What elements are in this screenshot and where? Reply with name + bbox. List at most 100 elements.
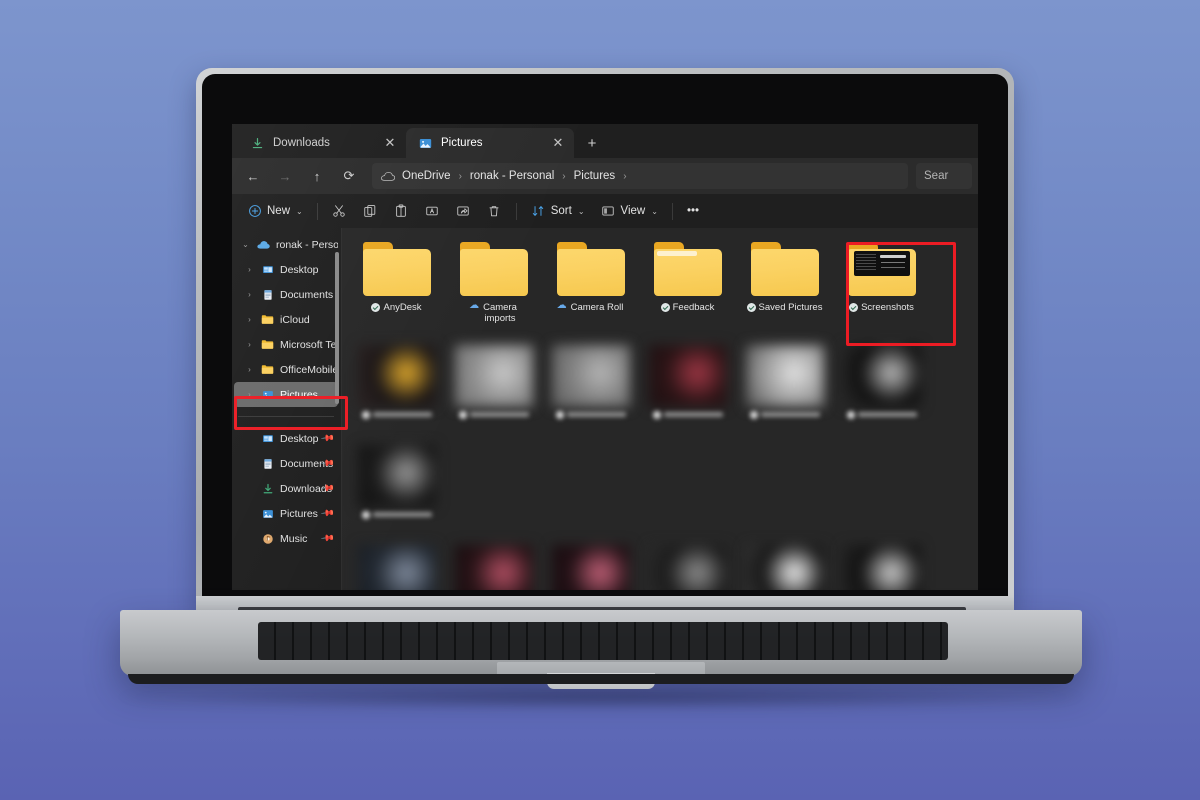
photo-item[interactable] bbox=[542, 541, 639, 590]
photo-name bbox=[469, 412, 529, 417]
photo-item[interactable] bbox=[445, 541, 542, 590]
photo-item[interactable] bbox=[445, 341, 542, 441]
sidebar-item-pinned-downloads[interactable]: Downloads 📌 bbox=[234, 476, 338, 501]
pin-icon[interactable]: 📌 bbox=[320, 506, 335, 522]
tab-pictures[interactable]: Pictures ✕ bbox=[406, 128, 574, 158]
sidebar-item-officemobile[interactable]: › OfficeMobile bbox=[234, 357, 338, 382]
folder-item[interactable]: Camera Roll bbox=[542, 236, 639, 341]
sidebar-item-pinned-music[interactable]: Music 📌 bbox=[234, 526, 338, 551]
folder-name: Camera imports bbox=[483, 302, 517, 324]
chevron-right-icon[interactable]: › bbox=[244, 315, 255, 324]
navigation-pane: ⌄ ronak - Personal › Desktop bbox=[232, 228, 342, 590]
sidebar-item-pinned-desktop[interactable]: Desktop 📌 bbox=[234, 426, 338, 451]
pin-icon[interactable]: 📌 bbox=[320, 531, 335, 547]
sidebar-item-icloud[interactable]: › iCloud bbox=[234, 307, 338, 332]
sidebar-item-pictures[interactable]: › Pictures bbox=[234, 382, 338, 407]
paste-button[interactable] bbox=[387, 198, 416, 224]
sync-status-icon bbox=[846, 410, 855, 419]
pin-icon[interactable]: 📌 bbox=[320, 431, 335, 447]
sync-status-icon bbox=[361, 510, 370, 519]
chevron-right-icon[interactable]: › bbox=[244, 290, 255, 299]
breadcrumb-item-pictures[interactable]: Pictures bbox=[570, 168, 620, 184]
sidebar-divider bbox=[238, 416, 334, 417]
sidebar-item-label: Pictures bbox=[280, 507, 318, 520]
rename-button[interactable] bbox=[418, 198, 447, 224]
command-toolbar: New ⌄ Sort ⌄ View ⌄ ••• bbox=[232, 194, 978, 228]
photo-item[interactable] bbox=[833, 341, 930, 441]
photo-caption bbox=[555, 410, 626, 419]
sidebar-item-documents[interactable]: › Documents bbox=[234, 282, 338, 307]
photo-thumbnail bbox=[454, 545, 533, 590]
sync-status-icon bbox=[849, 303, 859, 312]
sidebar-item-ronak-personal[interactable]: ⌄ ronak - Personal bbox=[234, 232, 338, 257]
tab-downloads[interactable]: Downloads ✕ bbox=[238, 128, 406, 158]
breadcrumb[interactable]: OneDrive › ronak - Personal › Pictures › bbox=[372, 163, 908, 189]
chevron-right-icon[interactable]: › bbox=[244, 340, 255, 349]
sync-status-icon bbox=[749, 410, 758, 419]
photo-item[interactable] bbox=[348, 541, 445, 590]
folder-grid: AnyDesk Camera imports bbox=[348, 236, 978, 341]
cut-button[interactable] bbox=[325, 198, 354, 224]
sidebar-item-desktop[interactable]: › Desktop bbox=[234, 257, 338, 282]
forward-button[interactable]: → bbox=[270, 163, 300, 189]
breadcrumb-item-onedrive[interactable]: OneDrive bbox=[398, 168, 455, 184]
sidebar-item-pinned-pictures[interactable]: Pictures 📌 bbox=[234, 501, 338, 526]
sidebar-item-microsoft-tear[interactable]: › Microsoft Tear bbox=[234, 332, 338, 357]
photo-caption bbox=[749, 410, 820, 419]
laptop-screen: Downloads ✕ Pictures ✕ + ← → ↑ ⟳ OneDriv… bbox=[232, 124, 978, 590]
close-icon[interactable]: ✕ bbox=[548, 133, 568, 153]
pictures-icon bbox=[260, 506, 275, 521]
folder-caption: AnyDesk bbox=[371, 302, 422, 313]
folder-item-screenshots[interactable]: Screenshots bbox=[833, 236, 930, 341]
laptop-keyboard bbox=[258, 622, 948, 660]
photo-name bbox=[663, 412, 723, 417]
delete-button[interactable] bbox=[480, 198, 509, 224]
photo-item[interactable] bbox=[736, 341, 833, 441]
folder-item[interactable]: Feedback bbox=[639, 236, 736, 341]
photo-item[interactable] bbox=[348, 341, 445, 441]
sidebar-item-label: Music bbox=[280, 532, 308, 545]
chevron-right-icon[interactable]: › bbox=[244, 265, 255, 274]
laptop-foot bbox=[128, 674, 1074, 684]
folder-item[interactable]: Camera imports bbox=[445, 236, 542, 341]
refresh-button[interactable]: ⟳ bbox=[334, 163, 364, 189]
sidebar-scrollbar[interactable] bbox=[335, 252, 339, 404]
tab-label: Pictures bbox=[441, 137, 483, 149]
photo-item[interactable] bbox=[833, 541, 930, 590]
more-options-button[interactable]: ••• bbox=[680, 198, 706, 224]
share-button[interactable] bbox=[449, 198, 478, 224]
close-icon[interactable]: ✕ bbox=[380, 133, 400, 153]
sidebar-item-label: iCloud bbox=[280, 313, 310, 326]
photo-name bbox=[372, 412, 432, 417]
photo-item[interactable] bbox=[639, 541, 736, 590]
search-input[interactable]: Sear bbox=[916, 163, 972, 189]
explorer-body: ⌄ ronak - Personal › Desktop bbox=[232, 228, 978, 590]
chevron-down-icon[interactable]: ⌄ bbox=[240, 240, 251, 249]
sidebar-item-pinned-documents[interactable]: Documents 📌 bbox=[234, 451, 338, 476]
sync-status-icon bbox=[469, 300, 480, 312]
photo-thumbnail bbox=[745, 345, 824, 407]
plus-circle-icon bbox=[247, 204, 262, 219]
file-list-view[interactable]: AnyDesk Camera imports bbox=[342, 228, 978, 590]
chevron-right-icon[interactable]: › bbox=[244, 390, 255, 399]
photo-item[interactable] bbox=[639, 341, 736, 441]
folder-item[interactable]: Saved Pictures bbox=[736, 236, 833, 341]
chevron-right-icon[interactable]: › bbox=[244, 365, 255, 374]
folder-caption: Camera imports bbox=[469, 300, 517, 324]
new-button[interactable]: New ⌄ bbox=[240, 198, 310, 224]
up-button[interactable]: ↑ bbox=[302, 163, 332, 189]
photo-item[interactable] bbox=[542, 341, 639, 441]
photo-item[interactable] bbox=[348, 441, 445, 541]
folder-item[interactable]: AnyDesk bbox=[348, 236, 445, 341]
photo-grid-row-1 bbox=[348, 341, 978, 541]
navigation-bar: ← → ↑ ⟳ OneDrive › ronak - Personal › Pi… bbox=[232, 158, 978, 194]
photo-item[interactable] bbox=[736, 541, 833, 590]
copy-button[interactable] bbox=[356, 198, 385, 224]
folder-caption: Saved Pictures bbox=[746, 302, 822, 313]
sort-button[interactable]: Sort ⌄ bbox=[524, 198, 592, 224]
new-tab-button[interactable]: + bbox=[578, 129, 606, 157]
folder-name: Feedback bbox=[672, 302, 715, 313]
breadcrumb-item-ronak-personal[interactable]: ronak - Personal bbox=[466, 168, 558, 184]
view-button[interactable]: View ⌄ bbox=[594, 198, 665, 224]
back-button[interactable]: ← bbox=[238, 163, 268, 189]
